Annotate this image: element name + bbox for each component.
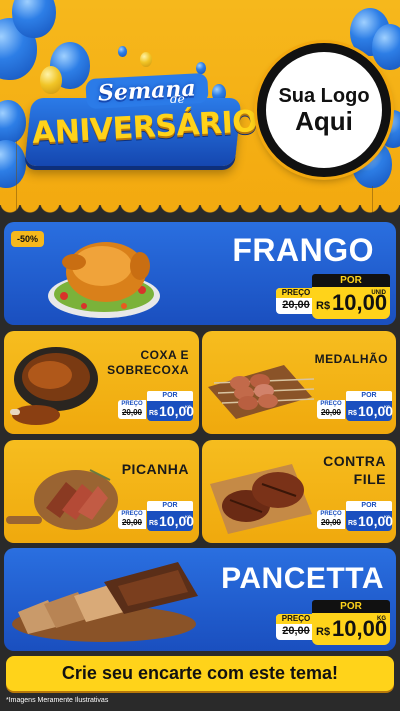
header-banner: Semana de ANIVERSÁRIO Sua Logo Aqui: [0, 0, 400, 215]
balloon-icon: [140, 52, 152, 67]
product-name-contrafile: CONTRA FILE: [323, 453, 386, 487]
product-name-pancetta: PANCETTA: [221, 562, 384, 595]
price-tag-frango: POR PREÇO 20,00 R$ 10,00 UNID: [276, 274, 390, 320]
pancetta-board-icon: [12, 562, 198, 642]
price-tag-picanha: POR PREÇO 20,00 R$ 10,00 KG: [118, 501, 194, 531]
price-tag-medalhao: POR PREÇO 20,00 R$ 10,00 KG: [317, 391, 393, 421]
event-title: Semana de ANIVERSÁRIO: [20, 70, 258, 175]
logo-placeholder: Sua Logo Aqui: [257, 43, 391, 177]
product-name-frango: FRANGO: [232, 232, 374, 268]
sliced-picanha-icon: [6, 469, 118, 530]
product-card-pancetta: PANCETTA POR PREÇO 20,00 R$ 10,00 KG: [4, 548, 396, 651]
product-card-coxa: COXA E SOBRECOXA POR PREÇO 20,00 R$ 10,0…: [4, 331, 199, 434]
product-card-contrafile: CONTRA FILE POR PREÇO 20,00 R$ 10,00 KG: [202, 440, 396, 543]
price-tag-contrafile: POR PREÇO 20,00 R$ 10,00 KG: [317, 501, 393, 531]
grilled-steak-icon: [210, 464, 312, 534]
product-card-frango: -50% FRANGO POR PREÇO 20,00 R$ 10,00 UNI…: [4, 222, 396, 325]
product-card-medalhao: MEDALHÃO POR PREÇO 20,00 R$ 10,00 KG: [202, 331, 396, 434]
chicken-thigh-icon: [10, 347, 98, 425]
balloon-icon: [372, 24, 400, 70]
discount-badge: -50%: [11, 231, 45, 247]
price-tag-coxa: POR PREÇO 20,00 R$ 10,00 KG: [118, 391, 194, 421]
title-de: de: [170, 92, 185, 106]
old-price: 20,00: [282, 625, 310, 637]
product-name-medalhao: MEDALHÃO: [314, 352, 388, 366]
old-price: 20,00: [320, 518, 342, 527]
roast-chicken-icon: [48, 242, 160, 318]
title-semana: Semana: [85, 72, 209, 110]
cta-banner[interactable]: Crie seu encarte com este tema!: [6, 656, 394, 691]
old-price: 20,00: [121, 518, 143, 527]
old-price: 20,00: [320, 408, 342, 417]
product-name-picanha: PICANHA: [121, 461, 189, 477]
footer-disclaimer: *Imagens Meramente Ilustrativas: [6, 697, 109, 704]
medallion-skewers-icon: [208, 365, 315, 419]
old-price: 20,00: [121, 408, 143, 417]
product-card-picanha: PICANHA POR PREÇO 20,00 R$ 10,00 KG: [4, 440, 199, 543]
product-name-coxa: COXA E SOBRECOXA: [107, 348, 189, 377]
price-tag-pancetta: POR PREÇO 20,00 R$ 10,00 KG: [276, 600, 390, 646]
old-price: 20,00: [282, 299, 310, 311]
balloon-icon: [118, 46, 127, 57]
